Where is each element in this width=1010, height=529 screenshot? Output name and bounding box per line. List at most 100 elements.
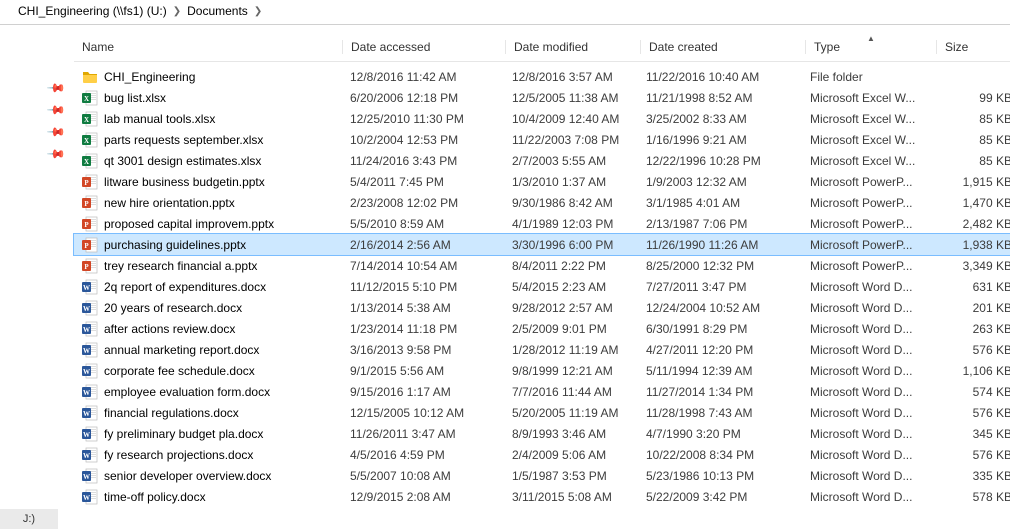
file-name-cell[interactable]: Pproposed capital improvem.pptx	[74, 216, 342, 232]
svg-text:W: W	[83, 305, 90, 313]
date-accessed-cell: 11/26/2011 3:47 AM	[342, 427, 504, 441]
column-header-size[interactable]: Size	[936, 40, 1010, 54]
date-modified-cell: 9/28/2012 2:57 AM	[504, 301, 638, 315]
file-row[interactable]: Wtime-off policy.docx12/9/2015 2:08 AM3/…	[74, 486, 1010, 507]
type-cell: Microsoft Word D...	[802, 385, 932, 399]
date-modified-cell: 12/8/2016 3:57 AM	[504, 70, 638, 84]
file-row[interactable]: Xlab manual tools.xlsx12/25/2010 11:30 P…	[74, 108, 1010, 129]
date-accessed-cell: 3/16/2013 9:58 PM	[342, 343, 504, 357]
file-name-label: employee evaluation form.docx	[104, 385, 270, 399]
column-header-modified-label: Date modified	[514, 40, 588, 54]
file-name-cell[interactable]: Plitware business budgetin.pptx	[74, 174, 342, 190]
file-name-cell[interactable]: Xparts requests september.xlsx	[74, 132, 342, 148]
file-row[interactable]: Xparts requests september.xlsx10/2/2004 …	[74, 129, 1010, 150]
file-name-cell[interactable]: Wfinancial regulations.docx	[74, 405, 342, 421]
date-modified-cell: 1/28/2012 11:19 AM	[504, 343, 638, 357]
type-cell: Microsoft Excel W...	[802, 154, 932, 168]
size-cell: 2,482 KB	[932, 217, 1010, 231]
file-name-cell[interactable]: Wfy research projections.docx	[74, 447, 342, 463]
date-created-cell: 11/28/1998 7:43 AM	[638, 406, 802, 420]
file-name-cell[interactable]: Wafter actions review.docx	[74, 321, 342, 337]
file-row[interactable]: Wemployee evaluation form.docx9/15/2016 …	[74, 381, 1010, 402]
file-name-cell[interactable]: Pnew hire orientation.pptx	[74, 195, 342, 211]
file-row[interactable]: W20 years of research.docx1/13/2014 5:38…	[74, 297, 1010, 318]
date-accessed-cell: 12/8/2016 11:42 AM	[342, 70, 504, 84]
date-modified-cell: 12/5/2005 11:38 AM	[504, 91, 638, 105]
file-row[interactable]: Ppurchasing guidelines.pptx2/16/2014 2:5…	[74, 234, 1010, 255]
file-row[interactable]: Wfinancial regulations.docx12/15/2005 10…	[74, 402, 1010, 423]
date-created-cell: 11/26/1990 11:26 AM	[638, 238, 802, 252]
size-cell: 631 KB	[932, 280, 1010, 294]
file-name-cell[interactable]: CHI_Engineering	[74, 69, 342, 85]
file-row[interactable]: W2q report of expenditures.docx11/12/201…	[74, 276, 1010, 297]
file-name-cell[interactable]: Wannual marketing report.docx	[74, 342, 342, 358]
size-cell: 201 KB	[932, 301, 1010, 315]
file-name-cell[interactable]: Wtime-off policy.docx	[74, 489, 342, 505]
column-header-date-accessed[interactable]: Date accessed	[342, 40, 505, 54]
size-cell: 85 KB	[932, 133, 1010, 147]
chevron-right-icon[interactable]: ❯	[173, 6, 181, 17]
date-accessed-cell: 4/5/2016 4:59 PM	[342, 448, 504, 462]
size-cell: 1,938 KB	[932, 238, 1010, 252]
file-row[interactable]: Ptrey research financial a.pptx7/14/2014…	[74, 255, 1010, 276]
svg-text:P: P	[84, 242, 89, 250]
date-created-cell: 4/27/2011 12:20 PM	[638, 343, 802, 357]
svg-text:X: X	[84, 158, 89, 166]
file-name-cell[interactable]: Xqt 3001 design estimates.xlsx	[74, 153, 342, 169]
file-row[interactable]: Wannual marketing report.docx3/16/2013 9…	[74, 339, 1010, 360]
file-name-cell[interactable]: W20 years of research.docx	[74, 300, 342, 316]
breadcrumb-folder[interactable]: Documents ❯	[187, 4, 262, 18]
date-accessed-cell: 1/13/2014 5:38 AM	[342, 301, 504, 315]
file-row[interactable]: Plitware business budgetin.pptx5/4/2011 …	[74, 171, 1010, 192]
date-created-cell: 12/22/1996 10:28 PM	[638, 154, 802, 168]
file-row[interactable]: Wfy preliminary budget pla.docx11/26/201…	[74, 423, 1010, 444]
file-name-cell[interactable]: Xlab manual tools.xlsx	[74, 111, 342, 127]
file-name-label: corporate fee schedule.docx	[104, 364, 255, 378]
file-row[interactable]: Wcorporate fee schedule.docx9/1/2015 5:5…	[74, 360, 1010, 381]
file-name-cell[interactable]: Ppurchasing guidelines.pptx	[74, 237, 342, 253]
column-header-name[interactable]: Name	[74, 40, 342, 54]
ppt-icon: P	[82, 195, 98, 211]
status-bar-drive-label: J:)	[23, 513, 35, 525]
file-name-label: senior developer overview.docx	[104, 469, 271, 483]
file-row[interactable]: Xqt 3001 design estimates.xlsx11/24/2016…	[74, 150, 1010, 171]
pin-gutter: 📌 📌 📌 📌	[0, 25, 74, 528]
size-cell: 576 KB	[932, 448, 1010, 462]
svg-text:W: W	[83, 368, 90, 376]
type-cell: Microsoft Excel W...	[802, 91, 932, 105]
file-row[interactable]: Pproposed capital improvem.pptx5/5/2010 …	[74, 213, 1010, 234]
file-row[interactable]: Wafter actions review.docx1/23/2014 11:1…	[74, 318, 1010, 339]
pin-icon[interactable]: 📌	[46, 100, 66, 120]
date-modified-cell: 3/30/1996 6:00 PM	[504, 238, 638, 252]
chevron-right-icon[interactable]: ❯	[254, 6, 262, 17]
type-cell: Microsoft Word D...	[802, 364, 932, 378]
file-row[interactable]: Xbug list.xlsx6/20/2006 12:18 PM12/5/200…	[74, 87, 1010, 108]
file-name-cell[interactable]: Wsenior developer overview.docx	[74, 468, 342, 484]
file-row[interactable]: CHI_Engineering12/8/2016 11:42 AM12/8/20…	[74, 66, 1010, 87]
column-header-date-modified[interactable]: Date modified	[505, 40, 640, 54]
svg-text:W: W	[83, 410, 90, 418]
pin-icon[interactable]: 📌	[46, 122, 66, 142]
file-row[interactable]: Pnew hire orientation.pptx2/23/2008 12:0…	[74, 192, 1010, 213]
file-row[interactable]: Wsenior developer overview.docx5/5/2007 …	[74, 465, 1010, 486]
type-cell: Microsoft Word D...	[802, 448, 932, 462]
file-name-cell[interactable]: Xbug list.xlsx	[74, 90, 342, 106]
pin-icon[interactable]: 📌	[46, 144, 66, 164]
breadcrumb-drive[interactable]: CHI_Engineering (\\fs1) (U:) ❯	[18, 4, 181, 18]
column-header-type[interactable]: ▲ Type	[805, 40, 936, 54]
file-row[interactable]: Wfy research projections.docx4/5/2016 4:…	[74, 444, 1010, 465]
column-header-date-created[interactable]: Date created	[640, 40, 805, 54]
date-modified-cell: 1/3/2010 1:37 AM	[504, 175, 638, 189]
breadcrumb[interactable]: CHI_Engineering (\\fs1) (U:) ❯ Documents…	[0, 0, 1010, 25]
svg-text:P: P	[84, 200, 89, 208]
file-name-cell[interactable]: Wfy preliminary budget pla.docx	[74, 426, 342, 442]
file-name-cell[interactable]: Wcorporate fee schedule.docx	[74, 363, 342, 379]
date-accessed-cell: 11/24/2016 3:43 PM	[342, 154, 504, 168]
file-name-cell[interactable]: Wemployee evaluation form.docx	[74, 384, 342, 400]
file-name-cell[interactable]: W2q report of expenditures.docx	[74, 279, 342, 295]
date-accessed-cell: 5/5/2010 8:59 AM	[342, 217, 504, 231]
pin-icon[interactable]: 📌	[46, 78, 66, 98]
file-name-cell[interactable]: Ptrey research financial a.pptx	[74, 258, 342, 274]
type-cell: Microsoft PowerP...	[802, 175, 932, 189]
word-icon: W	[82, 468, 98, 484]
